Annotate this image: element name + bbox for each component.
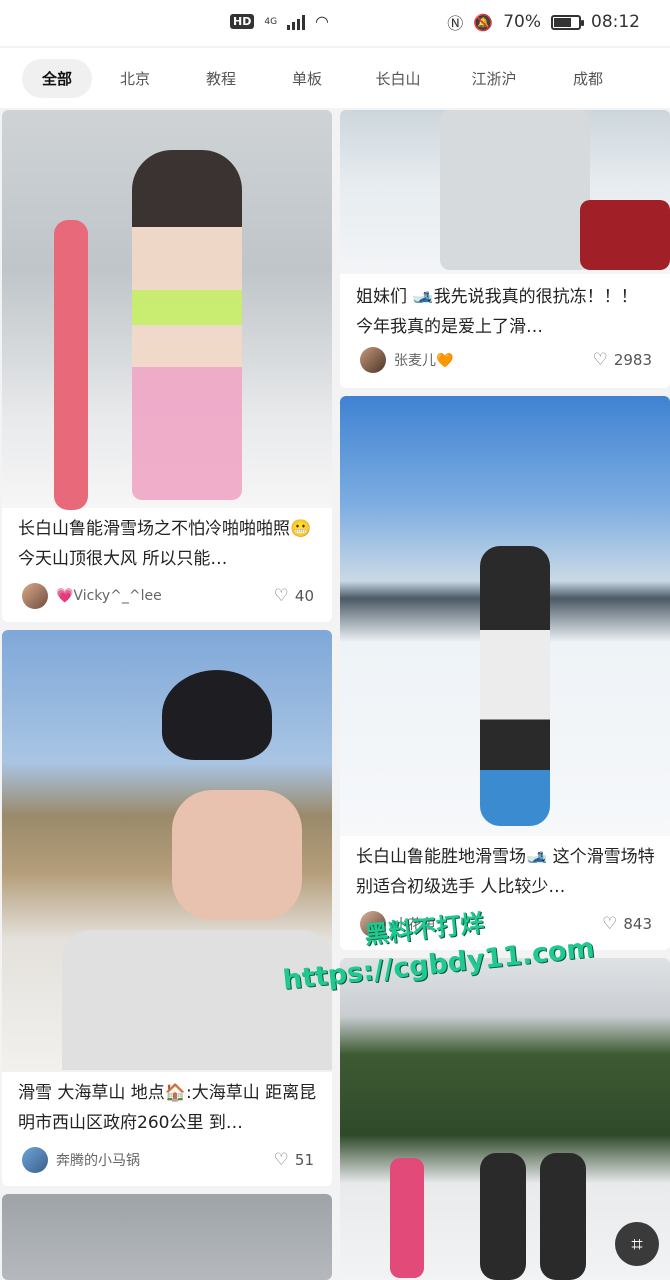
- status-bar: HD 4G ◠ Ⓝ 🔕 70% 08:12: [0, 0, 670, 46]
- tab-all[interactable]: 全部: [22, 58, 92, 98]
- heart-icon: ♡: [273, 1150, 289, 1170]
- card-title: 滑雪 大海草山 地点🏠:大海草山 距离昆明市西山区政府260公里 到…: [18, 1083, 317, 1133]
- nfc-icon: Ⓝ: [447, 14, 464, 33]
- battery-percent: 70%: [503, 12, 541, 32]
- feed-card[interactable]: 滑雪 大海草山 地点🏠:大海草山 距离昆明市西山区政府260公里 到… 奔腾的小…: [2, 630, 332, 1186]
- author-name[interactable]: 小花鱼: [394, 914, 602, 934]
- scan-button[interactable]: ⌗: [615, 1222, 659, 1266]
- avatar: [22, 1147, 48, 1173]
- heart-icon: ♡: [592, 350, 608, 370]
- like-button[interactable]: ♡ 51: [274, 1150, 314, 1170]
- card-photo: [340, 396, 670, 836]
- tab-snowboard[interactable]: 单板: [264, 68, 350, 89]
- feed-card[interactable]: [2, 1194, 332, 1280]
- like-count: 51: [294, 1151, 314, 1169]
- avatar: [22, 583, 48, 609]
- feed-card[interactable]: 长白山鲁能胜地滑雪场🎿 这个滑雪场特别适合初级选手 人比较少… 小花鱼 ♡ 84…: [340, 396, 670, 950]
- avatar: [360, 347, 386, 373]
- card-photo: [2, 1194, 332, 1280]
- card-photo: [2, 110, 332, 510]
- card-photo: [2, 630, 332, 1072]
- network-label: 4G: [264, 16, 278, 27]
- like-button[interactable]: ♡ 843: [602, 914, 652, 934]
- feed-card[interactable]: 姐妹们 🎿我先说我真的很抗冻！！！ 今年我真的是爱上了滑… 张麦儿🧡 ♡ 298…: [340, 110, 670, 388]
- card-photo: [340, 110, 670, 274]
- like-count: 2983: [613, 351, 652, 369]
- card-title: 长白山鲁能滑雪场之不怕冷啪啪啪照😬 今天山顶很大风 所以只能…: [18, 519, 312, 569]
- tab-changbaishan[interactable]: 长白山: [350, 68, 446, 89]
- like-count: 40: [294, 587, 314, 605]
- wifi-icon: ◠: [315, 12, 330, 31]
- feed-card[interactable]: 长白山鲁能滑雪场之不怕冷啪啪啪照😬 今天山顶很大风 所以只能… 💗Vicky^_…: [2, 110, 332, 622]
- heart-icon: ♡: [273, 586, 289, 606]
- author-name[interactable]: 💗Vicky^_^lee: [56, 588, 274, 604]
- tab-tutorial[interactable]: 教程: [178, 68, 264, 89]
- category-tabs: 全部 北京 教程 单板 长白山 江浙沪 成都: [0, 48, 670, 108]
- tab-chengdu[interactable]: 成都: [542, 68, 634, 89]
- avatar: [360, 911, 386, 937]
- signal-icon: [287, 14, 306, 30]
- like-button[interactable]: ♡ 40: [274, 586, 314, 606]
- heart-icon: ♡: [602, 914, 618, 934]
- battery-icon: [551, 14, 584, 30]
- author-name[interactable]: 张麦儿🧡: [394, 350, 593, 370]
- author-name[interactable]: 奔腾的小马锅: [56, 1150, 274, 1170]
- tab-beijing[interactable]: 北京: [92, 68, 178, 89]
- like-button[interactable]: ♡ 2983: [593, 350, 652, 370]
- card-title: 长白山鲁能胜地滑雪场🎿 这个滑雪场特别适合初级选手 人比较少…: [356, 847, 655, 897]
- card-title: 姐妹们 🎿我先说我真的很抗冻！！！ 今年我真的是爱上了滑…: [356, 287, 638, 337]
- scan-icon: ⌗: [631, 1232, 643, 1256]
- tab-jiangzhehu[interactable]: 江浙沪: [446, 68, 542, 89]
- mute-icon: 🔕: [473, 12, 494, 32]
- clock: 08:12: [591, 12, 640, 32]
- like-count: 843: [623, 915, 652, 933]
- hd-badge: HD: [230, 14, 255, 29]
